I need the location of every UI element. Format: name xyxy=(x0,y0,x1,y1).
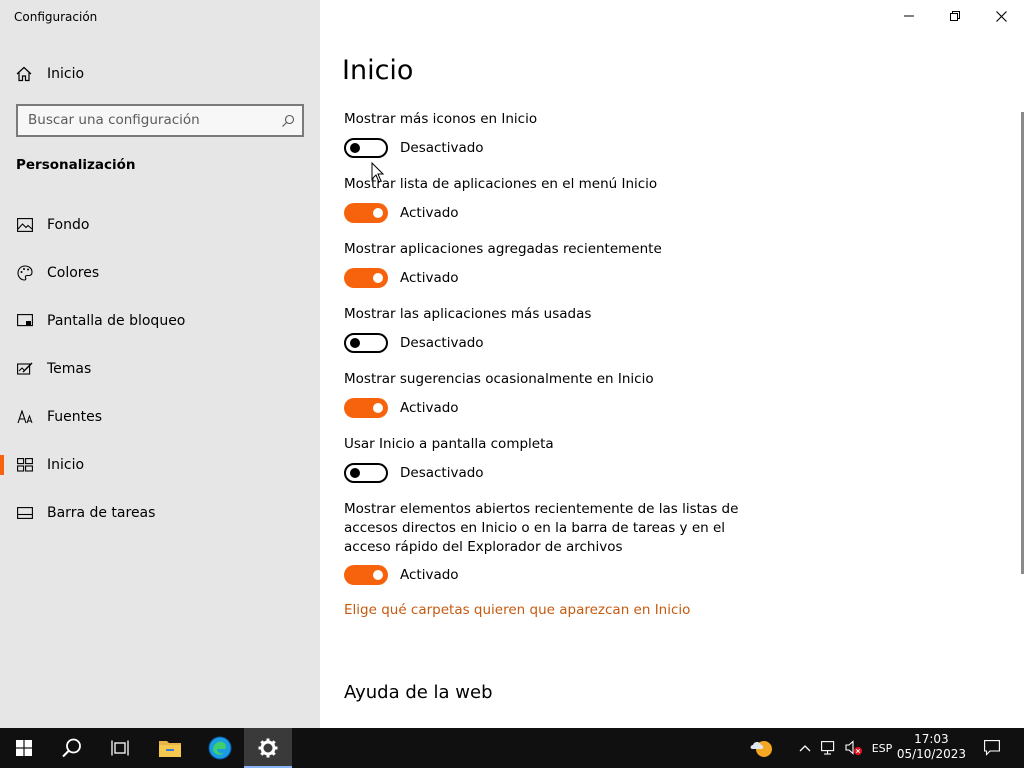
toggle-switch[interactable] xyxy=(344,333,388,353)
sidebar-item-label: Temas xyxy=(47,361,92,377)
lock-screen-icon xyxy=(16,312,34,330)
clock-time: 17:03 xyxy=(914,732,949,746)
setting-label: Mostrar lista de aplicaciones en el menú… xyxy=(344,176,658,192)
restore-button[interactable] xyxy=(932,0,978,32)
network-button[interactable] xyxy=(820,728,838,768)
section-title: Personalización xyxy=(16,157,136,173)
sidebar-item-label: Colores xyxy=(47,265,100,281)
setting-label: Mostrar las aplicaciones más usadas xyxy=(344,306,592,322)
search-icon[interactable] xyxy=(281,114,295,128)
volume-muted-icon xyxy=(845,740,862,755)
clock-date: 05/10/2023 xyxy=(896,747,966,761)
taskbar-icon xyxy=(16,504,34,522)
setting-label: Usar Inicio a pantalla completa xyxy=(344,436,554,452)
toggle-state: Activado xyxy=(400,567,459,583)
sidebar-item-label: Inicio xyxy=(47,457,85,473)
search-taskbar-button[interactable] xyxy=(48,728,96,768)
notifications-button[interactable] xyxy=(976,728,1008,768)
task-view-icon xyxy=(111,740,129,756)
sidebar-item-label: Fondo xyxy=(47,217,90,233)
gear-icon xyxy=(258,738,278,758)
page-title: Inicio xyxy=(342,55,414,86)
sidebar-item-pantalla-de-bloqueo[interactable]: Pantalla de bloqueo xyxy=(0,301,320,341)
toggle-agregadas-recientemente[interactable]: Activado xyxy=(344,268,459,288)
toggle-switch[interactable] xyxy=(344,203,388,223)
themes-icon xyxy=(16,360,34,378)
toggle-mas-usadas[interactable]: Desactivado xyxy=(344,333,484,353)
file-explorer-button[interactable] xyxy=(146,728,194,768)
setting-label: Mostrar aplicaciones agregadas recientem… xyxy=(344,241,662,257)
sidebar-item-fondo[interactable]: Fondo xyxy=(0,205,320,245)
language-indicator[interactable]: ESP xyxy=(868,728,896,768)
home-label: Inicio xyxy=(47,66,85,82)
minimize-icon xyxy=(904,15,914,17)
edge-icon xyxy=(208,736,232,760)
weather-icon xyxy=(750,741,772,757)
choose-folders-link[interactable]: Elige qué carpetas quieren que aparezcan… xyxy=(344,602,690,618)
search-input[interactable] xyxy=(28,112,278,128)
folder-icon xyxy=(159,741,181,757)
toggle-state: Desactivado xyxy=(400,140,484,156)
close-icon xyxy=(995,10,1007,22)
toggle-pantalla-completa[interactable]: Desactivado xyxy=(344,463,484,483)
settings-taskbar-button[interactable] xyxy=(244,728,292,768)
setting-label: Mostrar elementos abiertos recientemente… xyxy=(344,501,739,555)
toggle-state: Activado xyxy=(400,270,459,286)
toggle-switch[interactable] xyxy=(344,268,388,288)
restore-icon xyxy=(950,11,960,21)
setting-label: Mostrar sugerencias ocasionalmente en In… xyxy=(344,371,654,387)
home-icon xyxy=(16,66,32,82)
toggle-switch[interactable] xyxy=(344,398,388,418)
start-icon xyxy=(16,456,34,474)
help-heading: Ayuda de la web xyxy=(344,682,493,703)
sidebar-item-colores[interactable]: Colores xyxy=(0,253,320,293)
toggle-state: Activado xyxy=(400,400,459,416)
toggle-sugerencias[interactable]: Activado xyxy=(344,398,459,418)
sidebar-item-label: Pantalla de bloqueo xyxy=(47,313,186,329)
edge-button[interactable] xyxy=(196,728,244,768)
minimize-button[interactable] xyxy=(886,0,932,32)
start-button[interactable] xyxy=(0,728,48,768)
chevron-up-icon xyxy=(799,745,811,752)
clock[interactable]: 17:03 05/10/2023 xyxy=(897,732,966,762)
notification-icon xyxy=(984,740,1000,756)
app-title: Configuración xyxy=(14,10,98,24)
fonts-icon xyxy=(16,408,34,426)
taskbar: ESP 17:03 05/10/2023 xyxy=(0,728,1024,768)
sidebar-item-label: Barra de tareas xyxy=(47,505,156,521)
toggle-switch[interactable] xyxy=(344,463,388,483)
setting-label: Mostrar más iconos en Inicio xyxy=(344,111,538,127)
close-button[interactable] xyxy=(978,0,1024,32)
sidebar-item-barra-de-tareas[interactable]: Barra de tareas xyxy=(0,493,320,533)
task-view-button[interactable] xyxy=(96,728,144,768)
toggle-mas-iconos[interactable]: Desactivado xyxy=(344,138,484,158)
toggle-elementos-recientes[interactable]: Activado xyxy=(344,565,459,585)
home-link[interactable]: Inicio xyxy=(16,63,84,85)
toggle-lista-aplicaciones[interactable]: Activado xyxy=(344,203,459,223)
toggle-switch[interactable] xyxy=(344,565,388,585)
toggle-state: Activado xyxy=(400,205,459,221)
show-hidden-icons-button[interactable] xyxy=(796,728,814,768)
toggle-state: Desactivado xyxy=(400,335,484,351)
sidebar-item-temas[interactable]: Temas xyxy=(0,349,320,389)
sidebar-item-label: Fuentes xyxy=(47,409,103,425)
mouse-cursor-icon xyxy=(371,162,385,183)
sidebar: Configuración Inicio Personalización Fon… xyxy=(0,0,320,728)
toggle-state: Desactivado xyxy=(400,465,484,481)
search-box[interactable] xyxy=(16,104,304,137)
weather-button[interactable] xyxy=(746,728,776,768)
main-content: Inicio Mostrar más iconos en Inicio Desa… xyxy=(320,0,1024,728)
picture-icon xyxy=(16,216,34,234)
search-icon xyxy=(62,738,81,758)
toggle-switch[interactable] xyxy=(344,138,388,158)
windows-logo-icon xyxy=(16,740,32,756)
volume-button[interactable] xyxy=(844,728,864,768)
sidebar-item-inicio[interactable]: Inicio xyxy=(0,445,320,485)
sidebar-item-fuentes[interactable]: Fuentes xyxy=(0,397,320,437)
palette-icon xyxy=(16,264,34,282)
network-icon xyxy=(821,741,835,755)
